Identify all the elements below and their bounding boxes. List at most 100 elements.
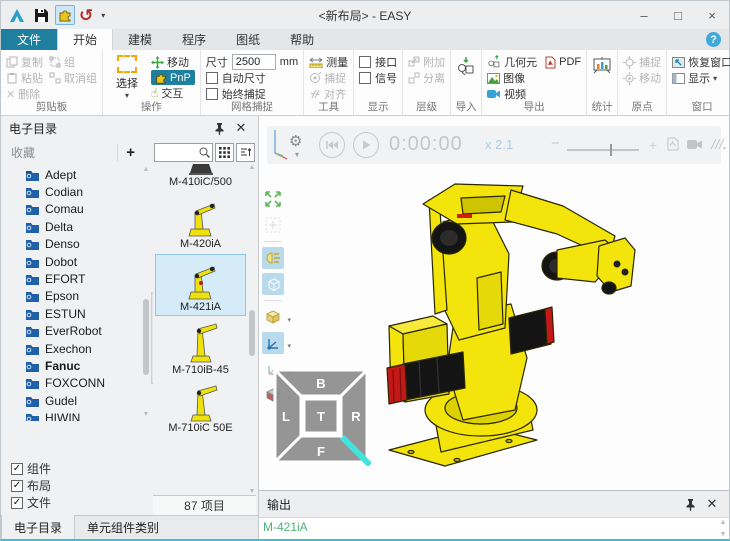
- export-geometry-button[interactable]: 几何元: [487, 54, 537, 70]
- speed-slider[interactable]: [567, 144, 639, 156]
- model-item[interactable]: M-420iA: [155, 192, 246, 252]
- close-button[interactable]: ×: [695, 1, 729, 29]
- app-logo-icon[interactable]: [7, 5, 27, 25]
- stats-icon[interactable]: [592, 56, 612, 76]
- tree-item[interactable]: ESTUN: [25, 305, 141, 322]
- robot-model-m421ia[interactable]: [359, 158, 721, 470]
- qat-customize-icon[interactable]: ▾: [101, 11, 105, 20]
- tree-item[interactable]: Epson: [25, 288, 141, 305]
- tree-item[interactable]: Comau: [25, 201, 141, 218]
- interface-checkbox[interactable]: [359, 56, 371, 68]
- origin-snap-button[interactable]: 捕捉: [623, 54, 661, 70]
- ungroup-button[interactable]: 取消组: [49, 70, 97, 86]
- pin-icon[interactable]: [214, 122, 232, 135]
- signal-checkbox[interactable]: [359, 72, 371, 84]
- pnp-button[interactable]: PnP: [151, 70, 195, 85]
- shaded-mode-button[interactable]: ▾: [262, 306, 284, 328]
- model-item[interactable]: M-710iC 50E: [155, 380, 246, 436]
- speed-increase-icon[interactable]: +: [649, 137, 657, 153]
- tab-start[interactable]: 开始: [57, 29, 113, 50]
- tree-item[interactable]: FOXCONN: [25, 375, 141, 392]
- tab-unit-component-category[interactable]: 单元组件类别: [75, 516, 171, 539]
- annotate-icon[interactable]: [710, 137, 726, 151]
- model-list-scrollbar[interactable]: ▲ ▼: [248, 164, 256, 495]
- move-button[interactable]: 移动: [151, 54, 195, 70]
- wireframe-mode-button[interactable]: [262, 273, 284, 295]
- filter-layout-row[interactable]: 布局: [11, 477, 51, 494]
- export-image-button[interactable]: 图像: [487, 70, 537, 86]
- output-close-icon[interactable]: ✕: [703, 496, 721, 512]
- import-geometry-icon[interactable]: [456, 56, 476, 76]
- play-button[interactable]: [353, 132, 379, 158]
- grid-size-input[interactable]: [232, 54, 276, 70]
- tree-item[interactable]: EFORT: [25, 270, 141, 287]
- attach-button[interactable]: 附加: [408, 54, 445, 70]
- tab-program[interactable]: 程序: [167, 29, 221, 50]
- group-button[interactable]: 组: [49, 54, 97, 70]
- tree-item[interactable]: Exechon: [25, 340, 141, 357]
- snap-button[interactable]: 捕捉: [309, 70, 348, 86]
- view-cube[interactable]: B L T R F: [271, 366, 371, 466]
- add-favorite-button[interactable]: +: [117, 144, 135, 161]
- tab-drawing[interactable]: 图纸: [221, 29, 275, 50]
- playback-settings-caret[interactable]: ▾: [295, 150, 299, 159]
- speed-decrease-icon[interactable]: −: [551, 135, 560, 152]
- copy-button[interactable]: 复制: [6, 54, 43, 70]
- tree-item[interactable]: Codian: [25, 183, 141, 200]
- fit-selected-button[interactable]: [262, 214, 284, 236]
- tab-help[interactable]: 帮助: [275, 29, 329, 50]
- tree-item[interactable]: Gudel: [25, 392, 141, 409]
- rewind-button[interactable]: [319, 132, 345, 158]
- record-video-icon[interactable]: [687, 139, 703, 150]
- restore-window-button[interactable]: 恢复窗口: [672, 54, 730, 70]
- tree-scrollbar[interactable]: ▲ ▼: [142, 166, 150, 421]
- frames-display-button[interactable]: ▾: [262, 332, 284, 354]
- model-item-selected[interactable]: M-421iA: [155, 254, 246, 316]
- pnp-quick-icon[interactable]: [55, 5, 75, 25]
- minimize-button[interactable]: –: [627, 1, 661, 29]
- select-button[interactable]: 选择▾: [108, 54, 146, 101]
- tab-file[interactable]: 文件: [1, 29, 57, 50]
- signal-checkbox-row[interactable]: 信号: [359, 70, 397, 86]
- tree-item[interactable]: Delta: [25, 218, 141, 235]
- filter-layout-checkbox[interactable]: [11, 480, 23, 492]
- interface-checkbox-row[interactable]: 接口: [359, 54, 397, 70]
- origin-move-button[interactable]: 移动: [623, 70, 661, 86]
- export-pdf-button[interactable]: PDF: [545, 54, 581, 70]
- detach-button[interactable]: 分离: [408, 70, 445, 86]
- output-scrollbar[interactable]: ▲▼: [718, 519, 728, 538]
- sort-button[interactable]: [236, 143, 255, 162]
- export-pdf-quick-icon[interactable]: [667, 137, 679, 151]
- maximize-button[interactable]: □: [661, 1, 695, 29]
- display-window-button[interactable]: 显示▾: [672, 70, 730, 86]
- tree-item[interactable]: Denso: [25, 236, 141, 253]
- model-item[interactable]: M-710iB-45: [155, 318, 246, 378]
- filter-files-checkbox[interactable]: [11, 497, 23, 509]
- fit-all-button[interactable]: [262, 188, 284, 210]
- help-icon[interactable]: ?: [706, 32, 721, 47]
- tree-item[interactable]: EverRobot: [25, 323, 141, 340]
- viewport-3d[interactable]: ⚙ ▾ 0:00:00 x 2.1 − +: [259, 116, 729, 490]
- save-icon[interactable]: [31, 5, 51, 25]
- filter-components-row[interactable]: 组件: [11, 460, 51, 477]
- playback-settings-gear-icon[interactable]: ⚙: [289, 132, 302, 150]
- tab-electronic-catalog[interactable]: 电子目录: [1, 515, 75, 539]
- grid-view-button[interactable]: [215, 143, 234, 162]
- model-item[interactable]: M-410iC/500: [155, 164, 246, 190]
- tree-item[interactable]: Adept: [25, 166, 141, 183]
- auto-size-checkbox[interactable]: [206, 72, 218, 84]
- tab-modeling[interactable]: 建模: [113, 29, 167, 50]
- output-pin-icon[interactable]: [685, 498, 703, 511]
- paste-button[interactable]: 粘贴: [6, 70, 43, 86]
- measure-button[interactable]: 测量: [309, 54, 348, 70]
- catalog-close-icon[interactable]: ✕: [232, 120, 250, 136]
- tree-item[interactable]: Dobot: [25, 253, 141, 270]
- filter-components-checkbox[interactable]: [11, 463, 23, 475]
- auto-size-checkbox-row[interactable]: 自动尺寸: [206, 70, 298, 86]
- tree-item[interactable]: HIWIN: [25, 409, 141, 421]
- filter-files-row[interactable]: 文件: [11, 494, 51, 511]
- headlight-button[interactable]: [262, 247, 284, 269]
- tree-item-selected[interactable]: Fanuc: [25, 357, 141, 374]
- undo-icon[interactable]: ↺: [79, 7, 93, 24]
- model-search-input[interactable]: [154, 143, 213, 162]
